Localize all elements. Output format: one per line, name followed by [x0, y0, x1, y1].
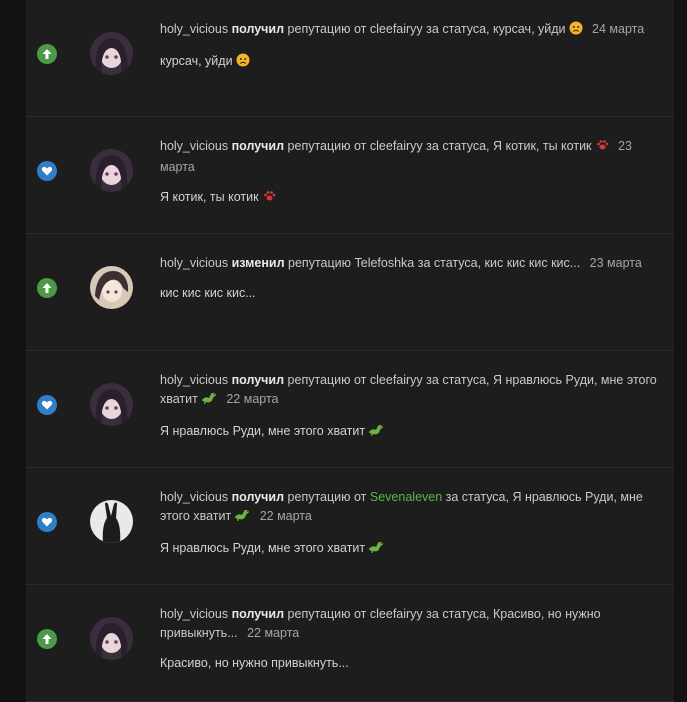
from-user-link[interactable]: cleefairyy [370, 22, 423, 36]
quote-text: кис кис кис кис... [160, 286, 256, 300]
status-quote: кис кис кис кис... [160, 284, 660, 302]
user-link[interactable]: holy_vicious [160, 607, 228, 621]
arrow-up-icon [37, 278, 57, 298]
heart-icon [37, 395, 57, 415]
avatar[interactable] [90, 617, 133, 660]
reason-text: за статуса, Я котик, ты котик [426, 139, 592, 153]
quote-text: Я котик, ты котик [160, 190, 259, 204]
list-item: holy_vicious изменил репутацию Telefoshk… [26, 234, 674, 351]
user-link[interactable]: holy_vicious [160, 256, 228, 270]
item-headline: holy_vicious получил репутацию от Sevena… [160, 488, 660, 528]
list-item: holy_vicious получил репутацию от Sevena… [26, 468, 674, 585]
quote-text: Я нравлюсь Руди, мне этого хватит [160, 541, 366, 555]
item-headline: holy_vicious изменил репутацию Telefoshk… [160, 254, 660, 273]
dinosaur-emoji [234, 508, 250, 528]
date[interactable]: 24 марта [592, 22, 644, 36]
arrow-up-icon [37, 629, 57, 649]
from-user-link[interactable]: cleefairyy [370, 373, 423, 387]
dinosaur-emoji [368, 423, 384, 442]
action-text: репутацию [288, 256, 352, 270]
reason-text: за статуса, кис кис кис кис... [417, 256, 581, 270]
quote-text: курсач, уйди [160, 54, 233, 68]
sad-face-emoji [236, 53, 250, 72]
user-link[interactable]: holy_vicious [160, 139, 228, 153]
status-quote: Я котик, ты котик [160, 188, 660, 208]
user-link[interactable]: holy_vicious [160, 490, 228, 504]
avatar[interactable] [90, 32, 133, 75]
action-text: репутацию от [287, 373, 367, 387]
avatar[interactable] [90, 383, 133, 426]
sad-face-emoji [569, 21, 583, 41]
avatar[interactable] [90, 149, 133, 192]
quote-text: Я нравлюсь Руди, мне этого хватит [160, 424, 366, 438]
user-link[interactable]: holy_vicious [160, 373, 228, 387]
status-quote: Красиво, но нужно привыкнуть... [160, 654, 660, 672]
action-verb: получил [231, 373, 285, 387]
action-verb: получил [231, 139, 285, 153]
from-user-link[interactable]: cleefairyy [370, 139, 423, 153]
item-headline: holy_vicious получил репутацию от cleefa… [160, 605, 660, 643]
date[interactable]: 22 марта [247, 626, 299, 640]
date[interactable]: 23 марта [590, 256, 642, 270]
action-text: репутацию от [287, 22, 367, 36]
action-verb: получил [231, 607, 285, 621]
item-content: holy_vicious получил репутацию от cleefa… [160, 137, 660, 208]
user-link[interactable]: holy_vicious [160, 22, 228, 36]
dinosaur-emoji [201, 391, 217, 411]
quote-text: Красиво, но нужно привыкнуть... [160, 656, 349, 670]
item-content: holy_vicious получил репутацию от cleefa… [160, 20, 660, 72]
item-headline: holy_vicious получил репутацию от cleefa… [160, 371, 660, 411]
from-user-link[interactable]: cleefairyy [370, 607, 423, 621]
from-user-link[interactable]: Sevenaleven [370, 490, 442, 504]
list-item: holy_vicious получил репутацию от cleefa… [26, 585, 674, 702]
item-content: holy_vicious получил репутацию от cleefa… [160, 605, 660, 672]
heart-icon [37, 161, 57, 181]
list-item: holy_vicious получил репутацию от cleefa… [26, 0, 674, 117]
item-content: holy_vicious изменил репутацию Telefoshk… [160, 254, 660, 302]
paw-emoji [262, 189, 276, 208]
action-text: репутацию от [287, 490, 367, 504]
avatar[interactable] [90, 266, 133, 309]
dinosaur-emoji [368, 540, 384, 559]
action-verb: получил [231, 490, 285, 504]
list-item: holy_vicious получил репутацию от cleefa… [26, 351, 674, 468]
avatar[interactable] [90, 500, 133, 543]
arrow-up-icon [37, 44, 57, 64]
item-headline: holy_vicious получил репутацию от cleefa… [160, 137, 660, 177]
status-quote: курсач, уйди [160, 52, 660, 72]
item-content: holy_vicious получил репутацию от cleefa… [160, 371, 660, 442]
date[interactable]: 22 марта [226, 392, 278, 406]
paw-emoji [595, 138, 609, 158]
status-quote: Я нравлюсь Руди, мне этого хватит [160, 539, 660, 559]
item-content: holy_vicious получил репутацию от Sevena… [160, 488, 660, 559]
action-text: репутацию от [287, 607, 367, 621]
action-verb: изменил [231, 256, 285, 270]
heart-icon [37, 512, 57, 532]
reason-text: за статуса, курсач, уйди [426, 22, 566, 36]
action-verb: получил [231, 22, 285, 36]
item-headline: holy_vicious получил репутацию от cleefa… [160, 20, 660, 41]
list-item: holy_vicious получил репутацию от cleefa… [26, 117, 674, 234]
action-text: репутацию от [287, 139, 367, 153]
from-user-link[interactable]: Telefoshka [355, 256, 415, 270]
reputation-feed: holy_vicious получил репутацию от cleefa… [26, 0, 674, 702]
status-quote: Я нравлюсь Руди, мне этого хватит [160, 422, 660, 442]
date[interactable]: 22 марта [260, 509, 312, 523]
